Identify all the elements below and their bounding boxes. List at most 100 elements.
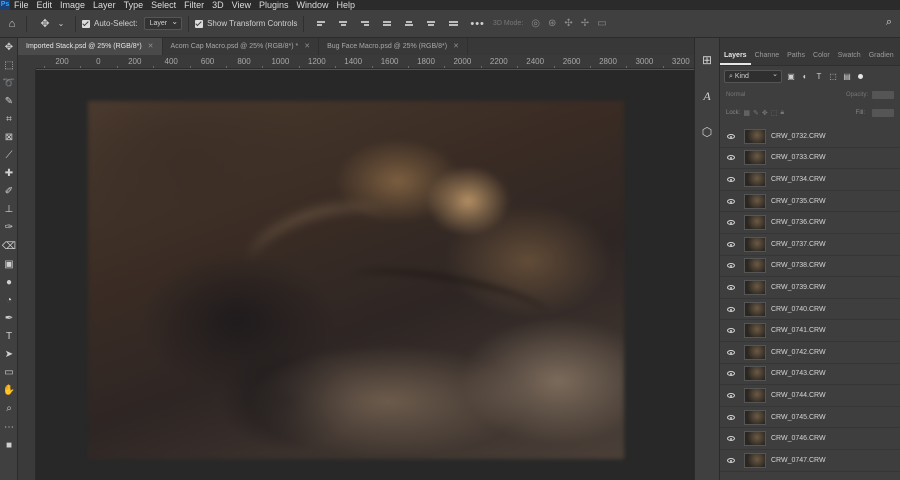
- visibility-eye-icon[interactable]: [720, 306, 742, 312]
- dodge-tool-icon[interactable]: ◔: [0, 291, 18, 309]
- layer-name[interactable]: CRW_0737.CRW: [771, 241, 826, 248]
- layer-row[interactable]: CRW_0743.CRW: [720, 364, 900, 386]
- visibility-eye-icon[interactable]: [720, 349, 742, 355]
- menu-select[interactable]: Select: [147, 0, 180, 10]
- lock-all-icon[interactable]: 🔒︎: [780, 109, 784, 117]
- pen-tool-icon[interactable]: ✒: [0, 309, 18, 327]
- tab-swatches[interactable]: Swatch: [834, 52, 865, 65]
- layer-thumbnail[interactable]: [744, 258, 766, 274]
- layer-thumbnail[interactable]: [744, 431, 766, 447]
- layer-name[interactable]: CRW_0746.CRW: [771, 435, 826, 442]
- layer-name[interactable]: CRW_0734.CRW: [771, 176, 826, 183]
- marquee-tool-icon[interactable]: ⬚: [0, 56, 18, 74]
- layer-row[interactable]: CRW_0746.CRW: [720, 428, 900, 450]
- properties-icon[interactable]: ⊞: [695, 46, 719, 74]
- align-top-icon[interactable]: [381, 18, 393, 30]
- align-center-icon[interactable]: [337, 18, 349, 30]
- visibility-eye-icon[interactable]: [720, 392, 742, 398]
- tab-imported-stack[interactable]: Imported Stack.psd @ 25% (RGB/8*) ✕: [18, 38, 163, 55]
- hand-tool-icon[interactable]: ✋: [0, 382, 18, 400]
- layer-name[interactable]: CRW_0740.CRW: [771, 306, 826, 313]
- layer-row[interactable]: CRW_0732.CRW: [720, 126, 900, 148]
- close-icon[interactable]: ✕: [453, 38, 459, 55]
- 3d-cube-icon[interactable]: ⬡: [695, 118, 719, 146]
- layer-row[interactable]: CRW_0739.CRW: [720, 277, 900, 299]
- align-bottom-icon[interactable]: [425, 18, 437, 30]
- filter-toggle-icon[interactable]: [858, 73, 863, 79]
- more-options-icon[interactable]: •••: [470, 18, 485, 30]
- layer-thumbnail[interactable]: [744, 150, 766, 166]
- visibility-eye-icon[interactable]: [720, 133, 742, 139]
- brush-tool-icon[interactable]: ✐: [0, 183, 18, 201]
- shape-filter-icon[interactable]: ⬚: [828, 72, 838, 81]
- layer-row[interactable]: CRW_0745.CRW: [720, 407, 900, 429]
- distribute-icon[interactable]: [447, 18, 459, 30]
- layer-row[interactable]: CRW_0736.CRW: [720, 212, 900, 234]
- visibility-eye-icon[interactable]: [720, 176, 742, 182]
- layer-name[interactable]: CRW_0741.CRW: [771, 327, 826, 334]
- opacity-field[interactable]: [872, 91, 894, 99]
- home-icon[interactable]: ⌂: [4, 16, 20, 32]
- layer-thumbnail[interactable]: [744, 452, 766, 468]
- roll-3d-icon[interactable]: ⊛: [548, 18, 556, 29]
- close-icon[interactable]: ✕: [304, 38, 310, 55]
- scale-3d-icon[interactable]: ▭: [597, 18, 606, 29]
- layer-row[interactable]: CRW_0747.CRW: [720, 450, 900, 472]
- frame-tool-icon[interactable]: ⊠: [0, 128, 18, 146]
- orbit-3d-icon[interactable]: ◎: [531, 18, 540, 29]
- canvas-area[interactable]: [36, 70, 694, 480]
- layer-thumbnail[interactable]: [744, 301, 766, 317]
- menu-3d[interactable]: 3D: [208, 0, 228, 10]
- zoom-tool-icon[interactable]: ⌕: [0, 400, 18, 418]
- vertical-ruler[interactable]: [18, 69, 36, 480]
- blend-mode-dropdown[interactable]: Normal: [726, 92, 745, 98]
- layer-name[interactable]: CRW_0743.CRW: [771, 370, 826, 377]
- clone-stamp-tool-icon[interactable]: ⊥: [0, 201, 18, 219]
- layer-thumbnail[interactable]: [744, 236, 766, 252]
- layer-name[interactable]: CRW_0744.CRW: [771, 392, 826, 399]
- crop-tool-icon[interactable]: ⌗: [0, 110, 18, 128]
- menu-edit[interactable]: Edit: [33, 0, 57, 10]
- menu-image[interactable]: Image: [56, 0, 89, 10]
- show-transform-checkbox[interactable]: [195, 19, 204, 28]
- layer-name[interactable]: CRW_0745.CRW: [771, 414, 826, 421]
- horizontal-ruler[interactable]: 200 0 200 400 600 800 1000 1200 1400 1600 1800 2000…: [36, 55, 694, 69]
- menu-type[interactable]: Type: [120, 0, 148, 10]
- adjustment-filter-icon[interactable]: ◐: [800, 72, 810, 81]
- layer-row[interactable]: CRW_0734.CRW: [720, 169, 900, 191]
- character-icon[interactable]: A: [695, 82, 719, 110]
- path-selection-tool-icon[interactable]: ➤: [0, 346, 18, 364]
- visibility-eye-icon[interactable]: [720, 284, 742, 290]
- drag-3d-icon[interactable]: ✣: [564, 18, 572, 29]
- layer-thumbnail[interactable]: [744, 409, 766, 425]
- menu-filter[interactable]: Filter: [180, 0, 208, 10]
- chevron-down-icon[interactable]: ⌄: [53, 16, 69, 32]
- type-tool-icon[interactable]: T: [0, 328, 18, 346]
- visibility-eye-icon[interactable]: [720, 198, 742, 204]
- layer-thumbnail[interactable]: [744, 387, 766, 403]
- align-middle-icon[interactable]: [403, 18, 415, 30]
- visibility-eye-icon[interactable]: [720, 371, 742, 377]
- tab-color[interactable]: Color: [809, 52, 834, 65]
- quick-select-tool-icon[interactable]: ✎: [0, 92, 18, 110]
- tab-paths[interactable]: Paths: [783, 52, 809, 65]
- layer-thumbnail[interactable]: [744, 279, 766, 295]
- layer-thumbnail[interactable]: [744, 128, 766, 144]
- auto-select-dropdown[interactable]: Layer: [143, 16, 183, 30]
- menu-help[interactable]: Help: [333, 0, 360, 10]
- more-tools-icon[interactable]: ⋯: [0, 418, 18, 436]
- layer-name[interactable]: CRW_0739.CRW: [771, 284, 826, 291]
- layer-row[interactable]: CRW_0742.CRW: [720, 342, 900, 364]
- search-icon[interactable]: ⌕: [886, 16, 892, 29]
- layer-name[interactable]: CRW_0732.CRW: [771, 133, 826, 140]
- visibility-eye-icon[interactable]: [720, 220, 742, 226]
- layer-thumbnail[interactable]: [744, 323, 766, 339]
- color-swatches-icon[interactable]: ■: [0, 436, 18, 454]
- layer-row[interactable]: CRW_0733.CRW: [720, 148, 900, 170]
- layer-name[interactable]: CRW_0736.CRW: [771, 219, 826, 226]
- menu-window[interactable]: Window: [293, 0, 333, 10]
- history-brush-tool-icon[interactable]: ✑: [0, 219, 18, 237]
- blur-tool-icon[interactable]: ●: [0, 273, 18, 291]
- menu-layer[interactable]: Layer: [89, 0, 120, 10]
- layer-row[interactable]: CRW_0737.CRW: [720, 234, 900, 256]
